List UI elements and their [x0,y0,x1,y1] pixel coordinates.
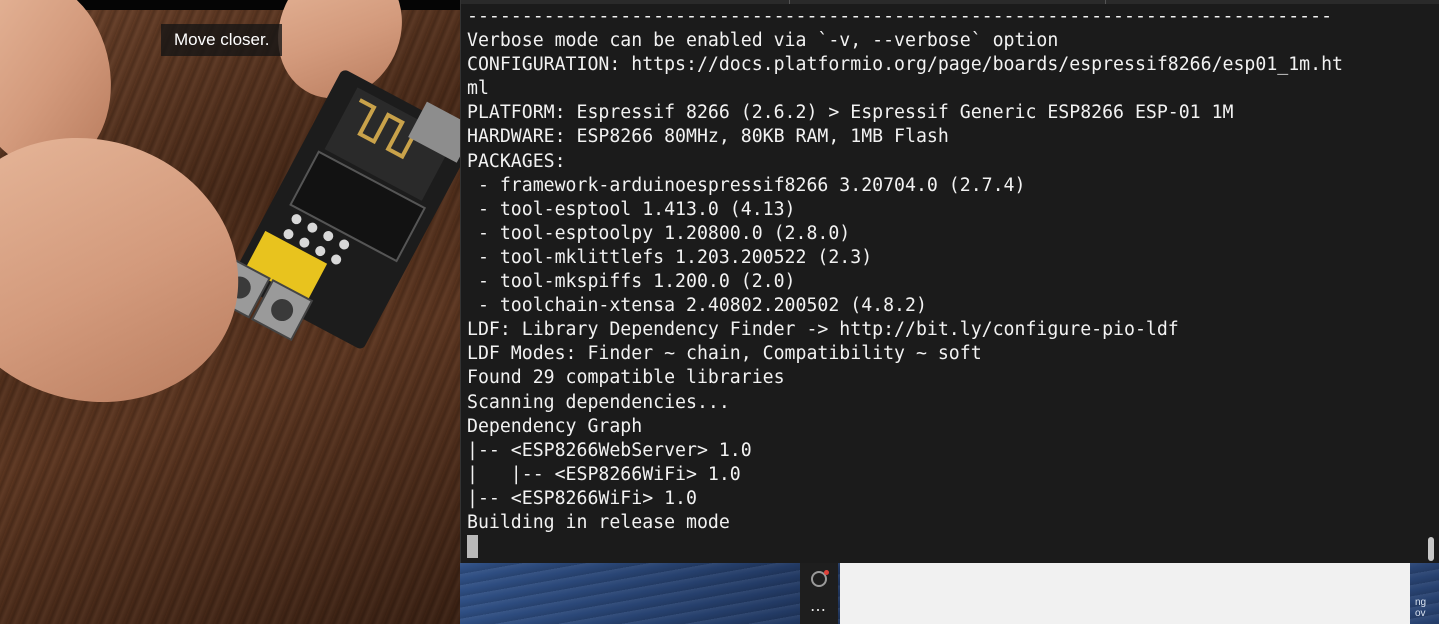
terminal-line: | |-- <ESP8266WiFi> 1.0 [467,463,741,485]
terminal-line: PLATFORM: Espressif 8266 (2.6.2) > Espre… [467,102,1234,124]
terminal-cursor [467,535,478,559]
terminal-line: Dependency Graph [467,415,643,437]
more-options-button[interactable]: … [810,596,827,615]
terminal-line: - tool-mklittlefs 1.203.200522 (2.3) [467,246,873,268]
terminal-line: - toolchain-xtensa 2.40802.200502 (4.8.2… [467,295,927,317]
desktop-background: … ng ov [460,563,1439,624]
record-indicator-icon [824,570,829,575]
terminal-line: ml [467,78,489,100]
terminal-line: CONFIGURATION: https://docs.platformio.o… [467,54,1343,76]
terminal-scrollbar[interactable] [1428,537,1434,561]
terminal-line: - tool-mkspiffs 1.200.0 (2.0) [467,271,796,293]
tab-divider [789,0,790,4]
white-panel [840,563,1410,624]
terminal-line: LDF: Library Dependency Finder -> http:/… [467,319,1179,341]
terminal-output: ----------------------------------------… [467,5,1425,559]
terminal-line: Found 29 compatible libraries [467,367,785,389]
terminal-line: - framework-arduinoespressif8266 3.20704… [467,174,1026,196]
esp01-board-illustration [208,70,460,349]
terminal-line: LDF Modes: Finder ~ chain, Compatibility… [467,343,982,365]
terminal-line: HARDWARE: ESP8266 80MHz, 80KB RAM, 1MB F… [467,126,949,148]
terminal-line: Scanning dependencies... [467,391,730,413]
terminal-line: Building in release mode [467,511,730,533]
edge-text: ng ov [1415,597,1427,619]
terminal-line: - tool-esptool 1.413.0 (4.13) [467,198,796,220]
terminal-line: PACKAGES: [467,150,566,172]
terminal-tab-strip[interactable] [461,0,1439,4]
camera-video-feed: Move closer. [0,0,460,624]
terminal-line: |-- <ESP8266WebServer> 1.0 [467,439,752,461]
terminal-line: Verbose mode can be enabled via `-v, --v… [467,30,1059,52]
tab-divider [1105,0,1106,4]
camera-caption: Move closer. [161,24,283,56]
terminal-line: ----------------------------------------… [467,6,1333,27]
terminal-window[interactable]: ----------------------------------------… [460,0,1439,563]
meeting-controls-tile[interactable]: … [800,563,838,624]
terminal-line: |-- <ESP8266WiFi> 1.0 [467,487,697,509]
terminal-line: - tool-esptoolpy 1.20800.0 (2.8.0) [467,222,851,244]
terminal-prompt-line[interactable] [467,535,1425,559]
